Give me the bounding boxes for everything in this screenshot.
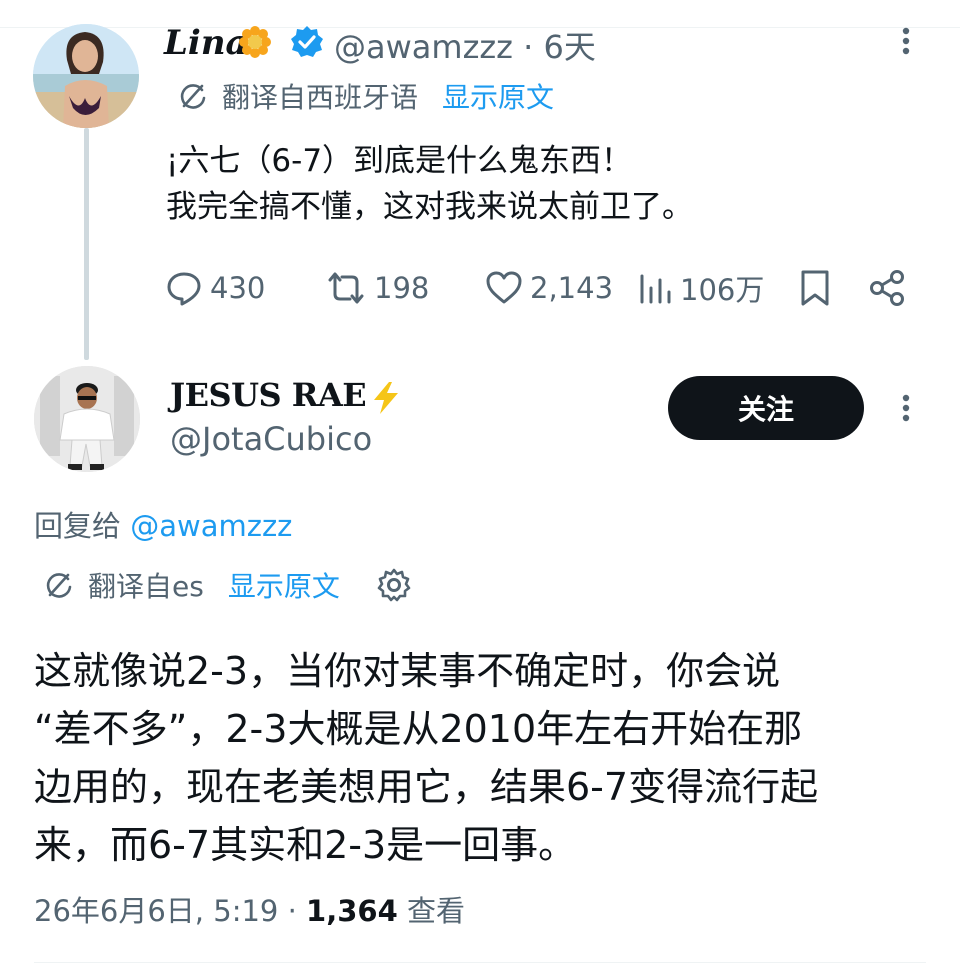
bookmark-button[interactable] — [798, 262, 838, 314]
post-views-count: 1,364 — [306, 894, 398, 928]
handle-and-time-lina: @awamzzz · 6天 — [334, 22, 596, 68]
avatar-lina[interactable] — [33, 24, 139, 128]
show-original-link[interactable]: 显示原文 — [228, 565, 340, 605]
share-button[interactable] — [868, 262, 914, 314]
translated-from-label: 翻译自西班牙语 — [222, 81, 419, 114]
avatar-lina-image — [33, 24, 139, 128]
views-icon — [640, 274, 671, 304]
reply-button[interactable]: 430 — [164, 262, 265, 314]
reply-count: 430 — [210, 271, 266, 305]
post-date[interactable]: 26年6月6日, 5:19 · — [34, 894, 306, 928]
display-name-jesus-rae[interactable]: JESUS RAE — [170, 376, 367, 414]
like-count: 2,143 — [530, 271, 614, 305]
verified-badge-icon — [291, 26, 323, 57]
post-views-label: 查看 — [397, 894, 465, 928]
avatar-jesus-rae[interactable] — [34, 366, 140, 472]
replying-to-mention[interactable]: @awamzzz — [130, 509, 292, 543]
replying-to: 回复给 @awamzzz — [34, 503, 292, 545]
bottom-divider — [34, 962, 926, 963]
flower-icon — [239, 26, 271, 58]
translation-bar: 翻译自es 显示原文 — [44, 567, 412, 603]
more-options-icon[interactable] — [896, 26, 916, 56]
reply-icon — [167, 272, 201, 306]
views-button[interactable]: 106万 — [638, 262, 764, 314]
show-original-link[interactable]: 显示原文 — [442, 76, 554, 116]
gear-icon[interactable] — [376, 567, 412, 603]
tweet-action-bar: 430 198 2,143 106万 — [164, 262, 910, 314]
handle-lina[interactable]: @awamzzz — [334, 28, 513, 66]
bookmark-icon — [801, 270, 829, 306]
like-icon — [486, 271, 522, 304]
replying-to-label: 回复给 — [34, 509, 131, 543]
tweet-text: 这就像说2-3，当你对某事不确定时，你会说 “差不多”，2-3大概是从2010年… — [34, 649, 819, 867]
translate-icon — [180, 84, 206, 109]
tweet-text: ¡六七（6-7）到底是什么鬼东西！ 我完全搞不懂，这对我来说太前卫了。 — [166, 143, 693, 225]
like-button[interactable]: 2,143 — [484, 262, 613, 314]
retweet-icon — [328, 272, 364, 304]
retweet-count: 198 — [374, 271, 430, 305]
thread-connector-line — [84, 128, 89, 360]
display-name-lina[interactable]: Lina — [164, 23, 248, 63]
handle-jesus-rae[interactable]: @JotaCubico — [170, 420, 372, 458]
post-time[interactable]: · 6天 — [523, 28, 596, 66]
post-meta: 26年6月6日, 5:19 · 1,364 查看 — [34, 888, 465, 930]
retweet-button[interactable]: 198 — [324, 262, 429, 314]
translation-bar: 翻译自西班牙语 显示原文 — [178, 78, 554, 114]
lightning-bolt-icon — [374, 382, 398, 414]
tweet-thread-view: Lina @awamzzz · 6天 翻译自西班牙语 显示原文 ¡六七（6-7）… — [0, 0, 960, 965]
translated-from-label: 翻译自es — [88, 570, 204, 603]
more-options-icon[interactable] — [896, 392, 916, 424]
avatar-jesus-rae-image — [34, 366, 140, 472]
follow-button[interactable]: 关注 — [668, 376, 864, 440]
share-icon — [870, 270, 904, 306]
translate-icon — [46, 573, 72, 598]
views-count: 106万 — [680, 273, 765, 307]
